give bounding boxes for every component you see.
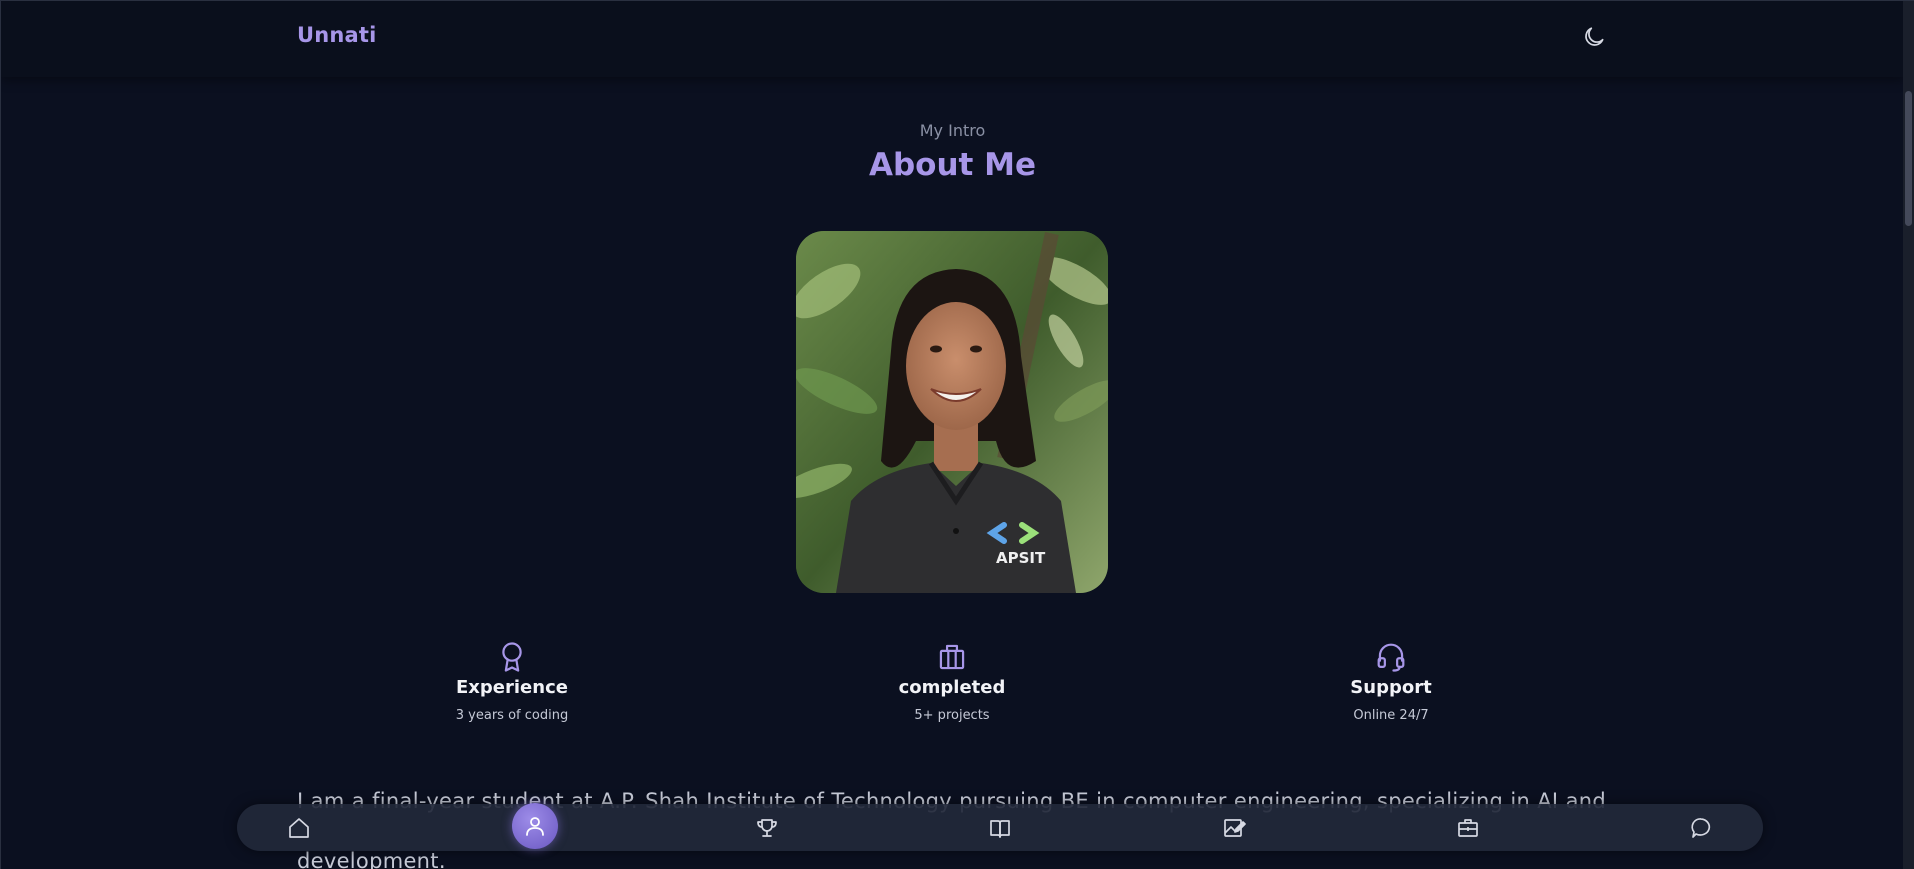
nav-about[interactable] <box>512 803 558 849</box>
stat-subtitle: 5+ projects <box>914 708 990 723</box>
nav-qualification[interactable] <box>980 808 1020 848</box>
nav-contact[interactable] <box>1681 808 1721 848</box>
award-icon <box>497 641 527 673</box>
section-title: About Me <box>868 147 1037 183</box>
briefcase-icon <box>937 641 967 673</box>
message-icon <box>1689 816 1713 840</box>
scrollbar-thumb[interactable] <box>1905 91 1912 226</box>
headset-icon <box>1376 641 1406 673</box>
bottom-nav <box>237 803 1763 851</box>
stat-experience: Experience 3 years of coding <box>402 641 622 723</box>
stat-projects: completed 5+ projects <box>842 641 1062 723</box>
stat-subtitle: Online 24/7 <box>1353 708 1429 723</box>
stat-title: Experience <box>456 677 568 698</box>
user-icon <box>523 814 547 838</box>
home-icon <box>287 816 311 840</box>
nav-services[interactable] <box>1448 808 1488 848</box>
image-edit-icon <box>1222 816 1246 840</box>
page: Unnati My Intro About Me APSIT Experienc… <box>0 0 1914 869</box>
nav-home[interactable] <box>279 808 319 848</box>
trophy-icon <box>755 816 779 840</box>
book-icon <box>988 816 1012 840</box>
briefcase-icon <box>1456 816 1480 840</box>
stat-support: Support Online 24/7 <box>1281 641 1501 723</box>
stat-subtitle: 3 years of coding <box>455 708 569 723</box>
stat-title: Support <box>1350 677 1432 698</box>
nav-portfolio[interactable] <box>1214 808 1254 848</box>
stat-title: completed <box>898 677 1006 698</box>
shirt-logo-text: APSIT <box>996 549 1046 567</box>
top-header: Unnati <box>1 1 1904 77</box>
vertical-scrollbar[interactable] <box>1903 1 1914 869</box>
section-subtitle: My Intro <box>919 121 986 140</box>
profile-photo: APSIT <box>796 231 1108 593</box>
brand-logo[interactable]: Unnati <box>297 23 377 47</box>
nav-achievements[interactable] <box>747 808 787 848</box>
moon-icon[interactable] <box>1581 24 1607 50</box>
